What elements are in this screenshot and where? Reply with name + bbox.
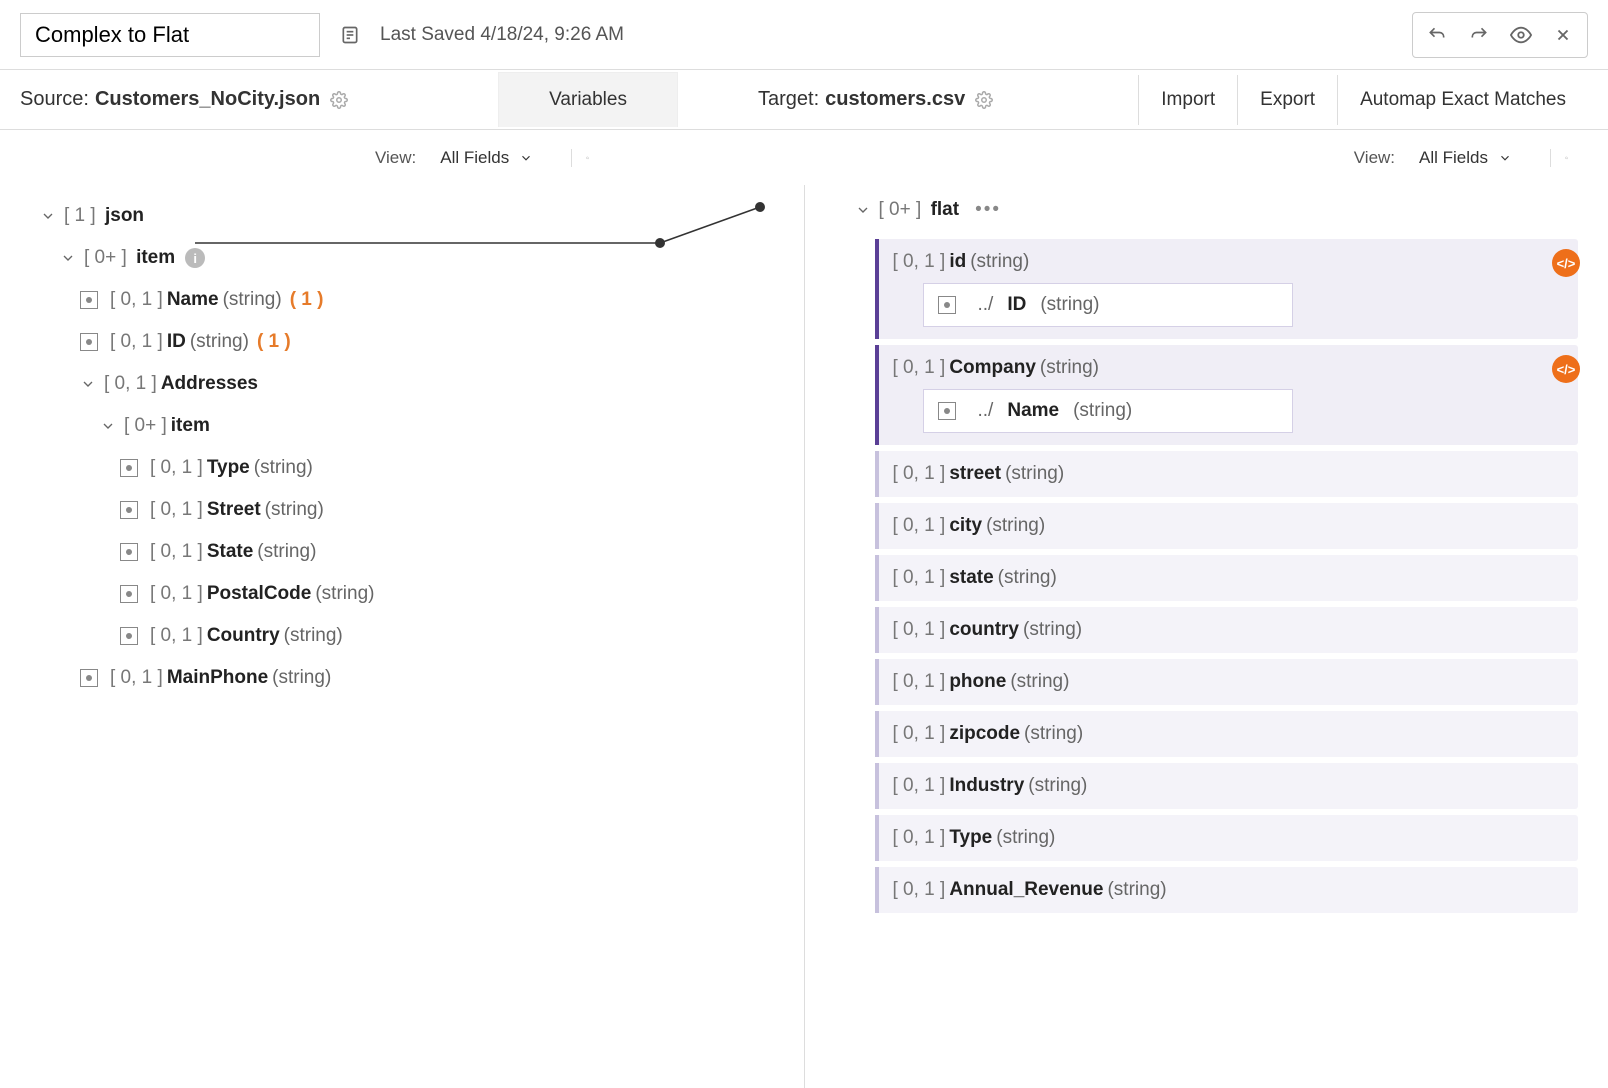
source-field-addresses[interactable]: [ 0, 1 ] Addresses bbox=[20, 363, 804, 405]
source-label: Source: bbox=[20, 88, 89, 111]
leaf-icon bbox=[120, 627, 138, 645]
more-icon[interactable]: ••• bbox=[975, 199, 1001, 221]
undo-button[interactable] bbox=[1417, 17, 1457, 53]
close-button[interactable] bbox=[1543, 17, 1583, 53]
target-field-annual_revenue[interactable]: [ 0, 1 ] Annual_Revenue (string) bbox=[875, 867, 1579, 913]
mapping-source-ref[interactable]: ../ ID (string) bbox=[923, 283, 1293, 327]
last-saved-text: Last Saved 4/18/24, 9:26 AM bbox=[380, 24, 624, 46]
transform-icon[interactable]: </> bbox=[1552, 249, 1580, 277]
chevron-down-icon bbox=[1498, 151, 1512, 165]
leaf-icon bbox=[80, 333, 98, 351]
target-field-phone[interactable]: [ 0, 1 ] phone (string) bbox=[875, 659, 1579, 705]
target-field-id[interactable]: [ 0, 1 ] id (string)../ ID (string)</> bbox=[875, 239, 1579, 339]
source-view-value: All Fields bbox=[440, 148, 509, 168]
source-field-postalcode[interactable]: [ 0, 1 ] PostalCode (string) bbox=[20, 573, 804, 615]
top-bar: Last Saved 4/18/24, 9:26 AM bbox=[0, 0, 1608, 70]
target-view-select[interactable]: All Fields bbox=[1409, 142, 1522, 174]
main-area: [ 1 ] json [ 0+ ] item i [ 0, 1 ] Name (… bbox=[0, 185, 1608, 1088]
source-field-type[interactable]: [ 0, 1 ] Type (string) bbox=[20, 447, 804, 489]
source-panel: [ 1 ] json [ 0+ ] item i [ 0, 1 ] Name (… bbox=[0, 185, 805, 1088]
leaf-icon bbox=[938, 296, 956, 314]
variables-tab[interactable]: Variables bbox=[498, 72, 678, 127]
source-field-id[interactable]: [ 0, 1 ] ID (string) ( 1 ) bbox=[20, 321, 804, 363]
filter-bar: View: All Fields View: All Fields bbox=[0, 130, 1608, 185]
target-field-type[interactable]: [ 0, 1 ] Type (string) bbox=[875, 815, 1579, 861]
leaf-icon bbox=[938, 402, 956, 420]
export-button[interactable]: Export bbox=[1237, 75, 1337, 125]
target-panel: [ 0+ ] flat ••• [ 0, 1 ] id (string)../ … bbox=[805, 185, 1608, 1088]
leaf-icon bbox=[120, 543, 138, 561]
target-field-city[interactable]: [ 0, 1 ] city (string) bbox=[875, 503, 1579, 549]
chevron-down-icon[interactable] bbox=[60, 250, 76, 266]
mapping-source-ref[interactable]: ../ Name (string) bbox=[923, 389, 1293, 433]
automap-button[interactable]: Automap Exact Matches bbox=[1337, 75, 1588, 125]
leaf-icon bbox=[120, 501, 138, 519]
source-field-street[interactable]: [ 0, 1 ] Street (string) bbox=[20, 489, 804, 531]
target-field-company[interactable]: [ 0, 1 ] Company (string)../ Name (strin… bbox=[875, 345, 1579, 445]
chevron-down-icon[interactable] bbox=[100, 418, 116, 434]
target-field-country[interactable]: [ 0, 1 ] country (string) bbox=[875, 607, 1579, 653]
target-view-label: View: bbox=[1354, 148, 1395, 168]
secondary-header: Source: Customers_NoCity.json Variables … bbox=[0, 70, 1608, 130]
source-settings-icon[interactable] bbox=[330, 91, 348, 109]
leaf-icon bbox=[80, 669, 98, 687]
target-field-zipcode[interactable]: [ 0, 1 ] zipcode (string) bbox=[875, 711, 1579, 757]
chevron-down-icon bbox=[519, 151, 533, 165]
transform-icon[interactable]: </> bbox=[1552, 355, 1580, 383]
source-field-mainphone[interactable]: [ 0, 1 ] MainPhone (string) bbox=[20, 657, 804, 699]
chevron-down-icon[interactable] bbox=[855, 202, 871, 218]
source-root-node[interactable]: [ 1 ] json bbox=[20, 195, 804, 237]
source-view-label: View: bbox=[375, 148, 416, 168]
source-field-country[interactable]: [ 0, 1 ] Country (string) bbox=[20, 615, 804, 657]
import-button[interactable]: Import bbox=[1138, 75, 1237, 125]
source-field-name[interactable]: [ 0, 1 ] Name (string) ( 1 ) bbox=[20, 279, 804, 321]
target-filename: customers.csv bbox=[825, 88, 965, 111]
target-label: Target: bbox=[758, 88, 819, 111]
target-view-value: All Fields bbox=[1419, 148, 1488, 168]
preview-button[interactable] bbox=[1501, 17, 1541, 53]
target-field-state[interactable]: [ 0, 1 ] state (string) bbox=[875, 555, 1579, 601]
source-search-icon[interactable] bbox=[571, 149, 589, 167]
top-actions bbox=[1412, 12, 1588, 58]
redo-button[interactable] bbox=[1459, 17, 1499, 53]
mapping-title-input[interactable] bbox=[20, 13, 320, 57]
target-search-icon[interactable] bbox=[1550, 149, 1568, 167]
target-settings-icon[interactable] bbox=[975, 91, 993, 109]
target-field-street[interactable]: [ 0, 1 ] street (string) bbox=[875, 451, 1579, 497]
chevron-down-icon[interactable] bbox=[40, 208, 56, 224]
target-field-industry[interactable]: [ 0, 1 ] Industry (string) bbox=[875, 763, 1579, 809]
source-item-node[interactable]: [ 0+ ] item i bbox=[20, 237, 804, 279]
chevron-down-icon[interactable] bbox=[80, 376, 96, 392]
info-icon[interactable]: i bbox=[185, 248, 205, 268]
source-field-state[interactable]: [ 0, 1 ] State (string) bbox=[20, 531, 804, 573]
source-view-select[interactable]: All Fields bbox=[430, 142, 543, 174]
notes-icon[interactable] bbox=[340, 25, 360, 45]
source-addresses-item[interactable]: [ 0+ ] item bbox=[20, 405, 804, 447]
leaf-icon bbox=[120, 459, 138, 477]
target-root-node[interactable]: [ 0+ ] flat ••• bbox=[825, 195, 1608, 233]
leaf-icon bbox=[80, 291, 98, 309]
source-filename: Customers_NoCity.json bbox=[95, 88, 320, 111]
leaf-icon bbox=[120, 585, 138, 603]
